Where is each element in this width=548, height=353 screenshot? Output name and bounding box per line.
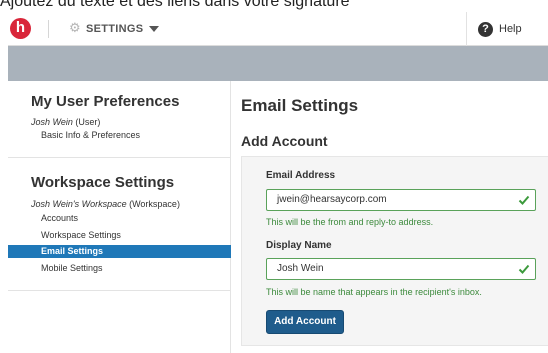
- page-title: Email Settings: [241, 96, 359, 115]
- sidebar: My User Preferences Josh Wein (User) Bas…: [8, 81, 231, 353]
- workspace-suffix: (Workspace): [126, 199, 180, 209]
- workspace-settings-heading: Workspace Settings: [31, 174, 175, 191]
- display-name-hint: This will be name that appears in the re…: [266, 287, 482, 297]
- help-label: Help: [499, 23, 522, 35]
- check-icon: [518, 195, 530, 205]
- hearsay-logo-icon[interactable]: h: [10, 18, 31, 39]
- settings-menu-button[interactable]: SETTINGS: [86, 21, 160, 37]
- top-bar: h ⚙ SETTINGS ? Help: [8, 12, 548, 46]
- help-divider: [466, 12, 467, 46]
- navigation-band: [8, 46, 548, 81]
- display-name-label: Display Name: [266, 240, 332, 251]
- sidebar-item-workspace-settings[interactable]: Workspace Settings: [8, 229, 231, 242]
- check-icon: [518, 264, 530, 274]
- gear-icon: ⚙: [69, 20, 81, 35]
- workspace-name-label: Josh Wein's Workspace (Workspace): [31, 199, 180, 209]
- display-name-input[interactable]: Josh Wein: [266, 258, 536, 280]
- question-circle-icon: ?: [478, 21, 493, 37]
- current-user-label: Josh Wein (User): [31, 117, 100, 127]
- sidebar-divider: [8, 290, 231, 291]
- sidebar-item-accounts[interactable]: Accounts: [8, 212, 231, 225]
- sidebar-item-mobile-settings[interactable]: Mobile Settings: [8, 262, 231, 275]
- workspace-name: Josh Wein's Workspace: [31, 199, 127, 209]
- email-address-input[interactable]: jwein@hearsaycorp.com: [266, 189, 536, 211]
- sidebar-divider: [8, 157, 231, 158]
- sidebar-item-email-settings[interactable]: Email Settings: [8, 245, 231, 258]
- user-preferences-heading: My User Preferences: [31, 93, 180, 110]
- add-account-button[interactable]: Add Account: [266, 310, 344, 334]
- topbar-divider: [48, 20, 49, 38]
- sidebar-item-basic-info[interactable]: Basic Info & Preferences: [8, 129, 231, 142]
- email-address-hint: This will be the from and reply-to addre…: [266, 217, 434, 227]
- help-button[interactable]: ? Help: [478, 20, 522, 38]
- add-account-form: Email Address jwein@hearsaycorp.com This…: [241, 156, 548, 346]
- section-title: Add Account: [241, 133, 328, 149]
- user-role: (User): [72, 117, 101, 127]
- caret-down-icon: [149, 26, 160, 32]
- email-address-label: Email Address: [266, 170, 336, 181]
- user-name: Josh Wein: [31, 117, 73, 127]
- settings-menu-label: SETTINGS: [86, 23, 144, 35]
